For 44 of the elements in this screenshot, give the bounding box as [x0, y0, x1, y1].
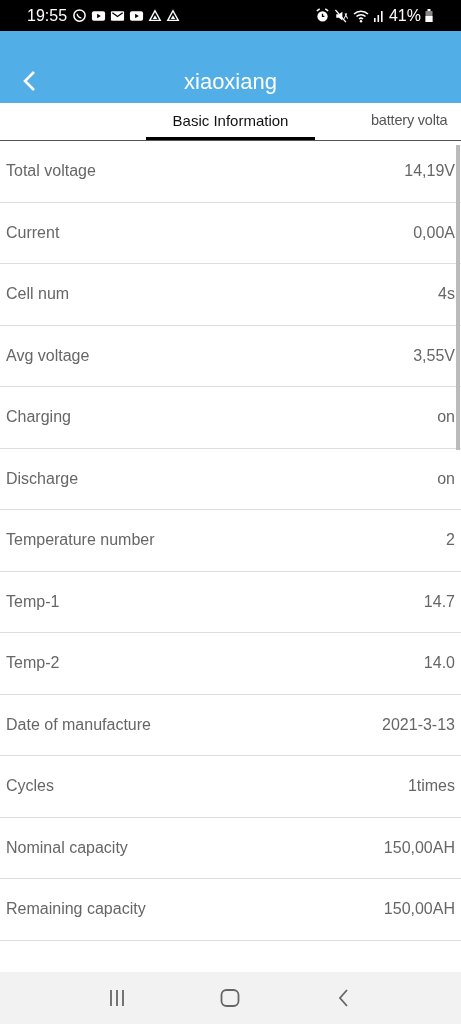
mail-icon [110, 9, 126, 22]
row-value: 150,00AH [383, 838, 455, 857]
row-value: 2 [446, 531, 455, 550]
row-label: Avg voltage [6, 346, 90, 365]
row-value: 0,00A [413, 223, 455, 242]
row-value: 4s [438, 285, 455, 304]
mute-icon [333, 8, 349, 23]
row-label: Temp-1 [6, 592, 60, 611]
row-value: 14.0 [423, 654, 455, 673]
row-value: 150,00AH [383, 900, 455, 919]
page-title: xiaoxiang [183, 69, 278, 96]
row-value: 3,55V [413, 346, 455, 365]
play-icon [129, 9, 145, 22]
triangle-icon [148, 8, 163, 23]
row-label: Date of manufacture [6, 715, 151, 734]
chat-bubble-icon [72, 8, 88, 23]
row-label: Nominal capacity [6, 838, 128, 857]
row-label: Cycles [6, 777, 54, 796]
row-value: on [437, 469, 455, 488]
tab[interactable]: battery volta [371, 103, 448, 140]
row-label: Total voltage [6, 162, 96, 181]
back-button[interactable] [22, 70, 36, 92]
battery-percentage: 41% [388, 6, 421, 25]
row-value: 1times [407, 777, 455, 796]
row-value: 14,19V [404, 162, 455, 181]
signal-icon [372, 9, 385, 22]
row-label: Charging [6, 408, 71, 427]
row-label: Temp-2 [6, 654, 60, 673]
status-time: 19:55 [27, 6, 68, 25]
triangle-icon [166, 8, 181, 23]
row-label: Current [6, 223, 60, 242]
home-icon [220, 989, 241, 1007]
wifi-icon [352, 8, 369, 23]
row-value: 2021-3-13 [382, 715, 455, 734]
row-value: on [437, 408, 455, 427]
tab[interactable]: Basic Information [146, 103, 315, 140]
row-value: 14.7 [423, 592, 455, 611]
row-label: Remaining capacity [6, 900, 146, 919]
battery-icon [425, 9, 433, 22]
alarm-icon [314, 8, 330, 23]
row-label: Cell num [6, 285, 70, 304]
row-label: Discharge [6, 469, 79, 488]
row-label: Temperature number [6, 531, 155, 550]
play-icon [91, 9, 107, 22]
